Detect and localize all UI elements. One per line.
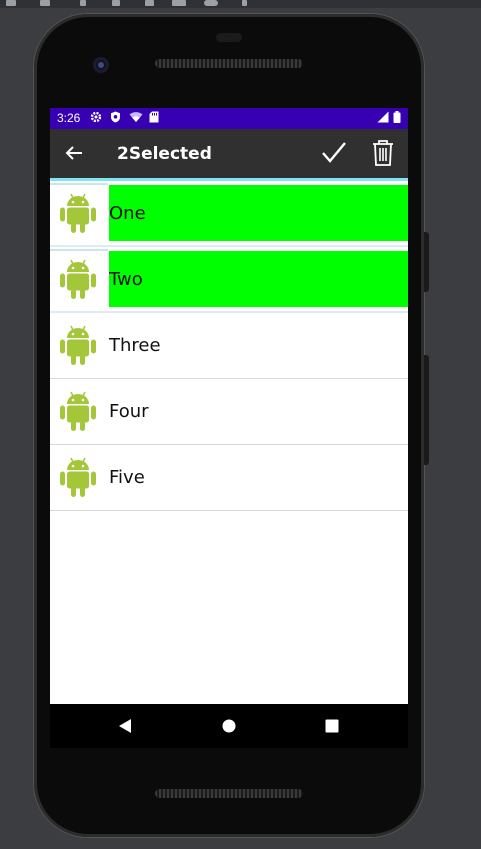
top-speaker-grill bbox=[155, 59, 303, 68]
ide-toolbar-icon[interactable] bbox=[6, 0, 16, 6]
emulator-stage: 3:26 2Selected One Two Three Four Five bbox=[0, 0, 481, 849]
item-label-area: One bbox=[109, 185, 408, 241]
item-label: Two bbox=[109, 268, 143, 290]
settings-gear-icon bbox=[90, 111, 102, 127]
list-item[interactable]: One bbox=[50, 181, 408, 247]
front-camera bbox=[93, 57, 109, 73]
confirm-button[interactable] bbox=[320, 139, 348, 167]
ide-toolbar-icon[interactable] bbox=[204, 0, 218, 6]
list-item[interactable]: Five bbox=[50, 445, 408, 511]
trash-icon bbox=[373, 140, 393, 166]
power-button[interactable] bbox=[424, 355, 429, 465]
battery-icon bbox=[393, 111, 401, 127]
item-label-area: Three bbox=[109, 317, 408, 373]
android-robot-icon bbox=[60, 193, 96, 233]
android-robot-icon bbox=[60, 325, 96, 365]
ide-toolbar-icon[interactable] bbox=[112, 0, 120, 6]
ide-toolbar-icon[interactable] bbox=[242, 0, 247, 6]
list-item[interactable]: Four bbox=[50, 379, 408, 445]
circle-home-icon[interactable] bbox=[220, 717, 238, 735]
wifi-icon bbox=[129, 111, 143, 127]
item-label-area: Four bbox=[109, 383, 408, 439]
list-item[interactable]: Two bbox=[50, 247, 408, 313]
item-label: Five bbox=[109, 466, 145, 488]
ide-toolbar-strip bbox=[0, 0, 481, 8]
page-title: 2Selected bbox=[117, 144, 212, 164]
shield-icon bbox=[110, 111, 121, 127]
item-label: Four bbox=[109, 400, 149, 422]
status-bar: 3:26 bbox=[50, 108, 408, 129]
android-robot-icon bbox=[60, 457, 96, 497]
volume-button[interactable] bbox=[424, 232, 429, 292]
triangle-back-icon[interactable] bbox=[117, 717, 135, 735]
arrow-left-icon bbox=[65, 146, 82, 160]
bottom-speaker-grill bbox=[155, 789, 303, 798]
check-icon bbox=[322, 142, 346, 163]
delete-button[interactable] bbox=[370, 139, 396, 167]
system-navigation-bar bbox=[50, 704, 408, 748]
ide-toolbar-icon[interactable] bbox=[80, 0, 86, 6]
contextual-action-bar: 2Selected bbox=[50, 129, 408, 178]
sd-card-icon bbox=[149, 111, 159, 127]
ide-toolbar-icon[interactable] bbox=[40, 0, 50, 6]
status-time: 3:26 bbox=[57, 111, 81, 125]
item-label-area: Two bbox=[109, 251, 408, 307]
item-label-area: Five bbox=[109, 449, 408, 505]
android-robot-icon bbox=[60, 259, 96, 299]
back-button[interactable] bbox=[62, 141, 86, 165]
list-item[interactable]: Three bbox=[50, 313, 408, 379]
device-screen: 3:26 2Selected One Two Three Four Five bbox=[50, 108, 408, 704]
item-label: One bbox=[109, 202, 146, 224]
cell-signal-icon bbox=[377, 111, 389, 127]
square-recents-icon[interactable] bbox=[323, 717, 341, 735]
ide-toolbar-icon[interactable] bbox=[172, 0, 186, 6]
android-robot-icon bbox=[60, 391, 96, 431]
item-label: Three bbox=[109, 334, 161, 356]
sensor-slot bbox=[216, 33, 242, 42]
ide-toolbar-icon[interactable] bbox=[145, 0, 154, 6]
